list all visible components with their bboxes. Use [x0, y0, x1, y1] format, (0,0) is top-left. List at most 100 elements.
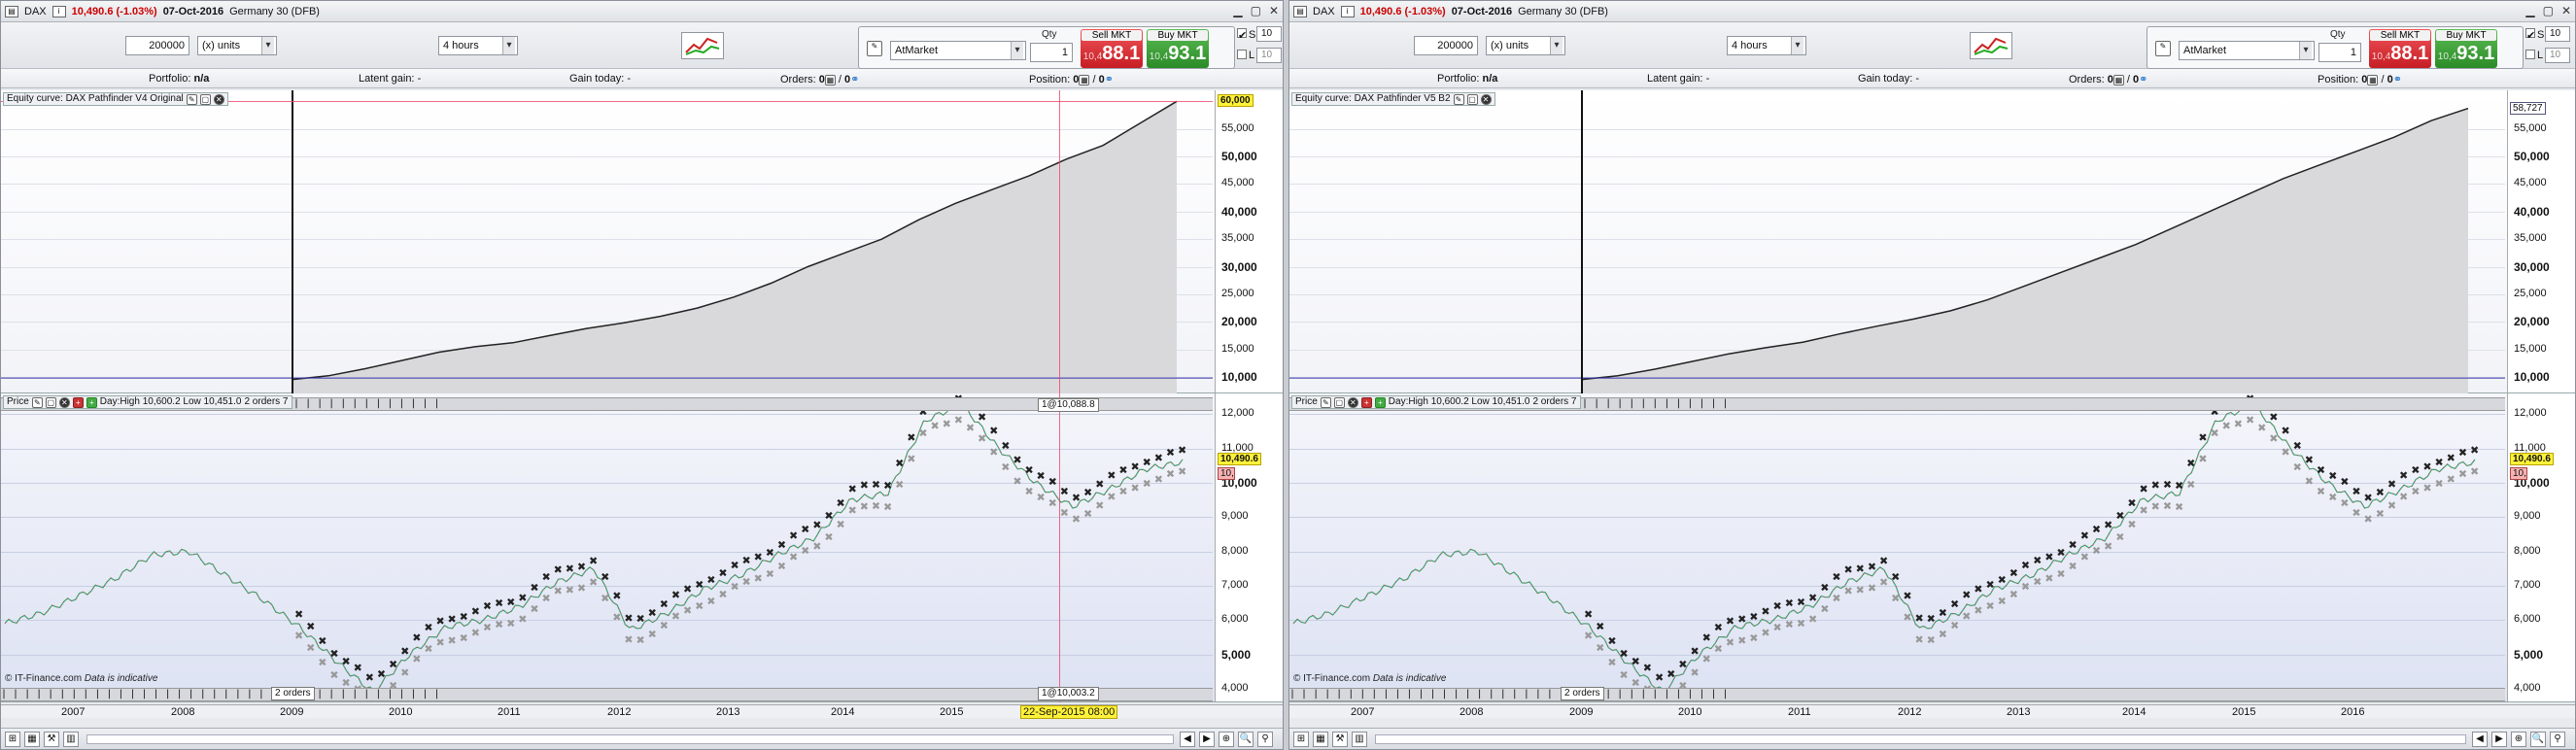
add-chart-icon[interactable]: ▦ — [24, 732, 40, 747]
limit-checkbox-box[interactable] — [2525, 50, 2535, 59]
timeframe-select[interactable]: 4 hours — [438, 36, 518, 55]
sell-market-button[interactable]: Sell MKT 10,488.1 — [2369, 29, 2431, 68]
minimize-icon[interactable]: ▁ — [1233, 4, 1242, 17]
buy-market-button[interactable]: Buy MKT 10,493.1 — [1147, 29, 1209, 68]
window-icon[interactable]: ▢ — [45, 396, 56, 408]
chart-style-button[interactable] — [1970, 32, 2012, 59]
maximize-icon[interactable]: ▢ — [2543, 4, 2554, 17]
time-axis[interactable]: 2007 2008 2009 2010 2011 2012 2013 2014 2015 22-S… — [1, 704, 1283, 719]
add-indicator-icon[interactable]: + — [1360, 396, 1372, 408]
qty-input[interactable]: 1 — [2318, 43, 2361, 62]
remove-icon[interactable]: ✕ — [213, 93, 224, 105]
price-pane[interactable]: ✖ ✖ ✖ ✖ ✖ ✖ ✖ ✖ ✖ ✖ ✖ ✖ ✖ ✖ ✖ ✖ ✖ ✖ ✖ ✖ ✖ ✖ ✖ ✖ ✖ ✖ ✖ ✖ ✖ ✖ ✖ ✖ ✖ ✖ ✖ ✖ ✖ ✖ ✖ ✖… — [1289, 393, 2575, 702]
zoom-in-icon[interactable]: 🔍 — [2530, 732, 2546, 747]
sell-market-button[interactable]: Sell MKT 10,488.1 — [1081, 29, 1143, 68]
limit-checkbox[interactable]: L — [2525, 50, 2543, 61]
trade-marker-exit: ✖ — [2092, 545, 2101, 558]
scroll-right-icon[interactable]: ▶ — [2491, 732, 2507, 747]
limit-input[interactable]: 10 — [2545, 48, 2570, 63]
remove-icon[interactable]: ✕ — [1347, 396, 1358, 408]
wrench-icon[interactable]: ✎ — [1320, 396, 1331, 408]
add-overlay-icon[interactable]: + — [86, 396, 97, 408]
scroll-right-icon[interactable]: ▶ — [1199, 732, 1215, 747]
info-icon[interactable]: i — [52, 5, 66, 17]
zoom-in-icon[interactable]: 🔍 — [1238, 732, 1254, 747]
tools-icon[interactable]: ⚒ — [1332, 732, 1348, 747]
amount-input[interactable]: 200000 — [125, 36, 189, 55]
tile-icon[interactable]: ▥ — [63, 732, 79, 747]
trade-marker-entry: ✖ — [860, 479, 869, 492]
scroll-left-icon[interactable]: ◀ — [2472, 732, 2488, 747]
trade-marker-exit: ✖ — [1131, 482, 1140, 494]
limit-checkbox-box[interactable] — [1237, 50, 1247, 59]
tools-icon[interactable]: ⚒ — [44, 732, 59, 747]
remove-icon[interactable]: ✕ — [1480, 93, 1492, 105]
trade-marker-exit: ✖ — [1974, 604, 1982, 617]
trade-marker-entry: ✖ — [460, 611, 468, 624]
stop-checkbox[interactable]: ✔ S — [2525, 28, 2544, 42]
unit-select[interactable]: (x) units — [197, 36, 277, 55]
wrench-icon[interactable]: ✎ — [1453, 93, 1464, 105]
scroll-left-icon[interactable]: ◀ — [1180, 732, 1195, 747]
price-y-axis[interactable]: 12,000 11,000 10,000 9,000 8,000 7,000 6,000 5,… — [1215, 393, 1283, 701]
remove-icon[interactable]: ✕ — [58, 396, 70, 408]
amount-input[interactable]: 200000 — [1414, 36, 1478, 55]
window-icon[interactable]: ▢ — [199, 93, 211, 105]
stop-checkbox[interactable]: ✔ S — [1237, 28, 1255, 42]
maximize-icon[interactable]: ▢ — [1251, 4, 1261, 17]
layout-icon[interactable]: ⊞ — [1293, 732, 1309, 747]
position-info[interactable]: Position: 0 ▦ / 0⚭ — [1029, 73, 1114, 85]
time-scrollbar[interactable] — [1375, 734, 2466, 744]
order-type-select[interactable]: AtMarket — [890, 41, 1026, 60]
price-y-axis[interactable]: 12,000 11,000 10,000 9,000 8,000 7,000 6,000 5,… — [2507, 393, 2575, 701]
trade-marker-entry: ✖ — [1891, 571, 1900, 584]
trade-marker-exit: ✖ — [1726, 636, 1735, 649]
tile-icon[interactable]: ▥ — [1352, 732, 1367, 747]
chart-style-button[interactable] — [681, 32, 724, 59]
zoom-fit-icon[interactable]: ⊕ — [2511, 732, 2526, 747]
zoom-fit-icon[interactable]: ⊕ — [1219, 732, 1234, 747]
zoom-out-icon[interactable]: ⚲ — [2550, 732, 2565, 747]
stop-checkbox-box[interactable]: ✔ — [1237, 28, 1247, 42]
buy-market-button[interactable]: Buy MKT 10,493.1 — [2435, 29, 2497, 68]
trade-marker-entry: ✖ — [1962, 589, 1971, 601]
layout-icon[interactable]: ⊞ — [5, 732, 20, 747]
window-icon[interactable]: ▢ — [1466, 93, 1478, 105]
limit-input[interactable]: 10 — [1256, 48, 1282, 63]
minimize-icon[interactable]: ▁ — [2525, 4, 2534, 17]
stop-input[interactable]: 10 — [1256, 26, 1282, 42]
order-type-select[interactable]: AtMarket — [2179, 41, 2315, 60]
window-icon[interactable]: ▢ — [1333, 396, 1345, 408]
zoom-out-icon[interactable]: ⚲ — [1257, 732, 1273, 747]
wrench-icon[interactable]: ✎ — [186, 93, 197, 105]
unit-select[interactable]: (x) units — [1486, 36, 1565, 55]
equity-y-axis[interactable]: 55,000 50,000 45,000 40,000 35,000 30,000 25,0… — [2507, 90, 2575, 392]
time-scrollbar[interactable] — [86, 734, 1174, 744]
equity-pane[interactable]: Equity curve: DAX Pathfinder V4 Original… — [1, 90, 1283, 393]
trade-marker-entry: ✖ — [766, 546, 774, 559]
close-icon[interactable]: ✕ — [1269, 4, 1279, 17]
title-bar[interactable]: ▤ DAX i 10,490.6 (-1.03%) 07-Oct-2016 Ge… — [1, 1, 1283, 22]
wrench-icon[interactable]: ✎ — [867, 41, 882, 56]
position-info[interactable]: Position: 0 ▦ / 0⚭ — [2318, 73, 2402, 85]
trade-marker-exit: ✖ — [766, 567, 774, 580]
orders-info[interactable]: Orders: 0 ▦ / 0⚭ — [2069, 73, 2147, 85]
price-pane[interactable]: ✖ ✖ ✖ ✖ ✖ ✖ ✖ ✖ ✖ ✖ ✖ ✖ ✖ ✖ ✖ ✖ ✖ ✖ ✖ ✖ ✖ ✖ ✖ ✖ ✖ ✖ ✖ ✖ ✖ ✖ ✖ ✖ ✖ ✖ ✖ ✖ ✖ ✖ ✖ ✖… — [1, 393, 1283, 702]
time-axis[interactable]: 2007 2008 2009 2010 2011 2012 2013 2014 2015 2016 — [1289, 704, 2575, 718]
close-icon[interactable]: ✕ — [2561, 4, 2571, 17]
equity-y-axis[interactable]: 55,000 50,000 45,000 40,000 35,000 30,000 25,0… — [1215, 90, 1283, 392]
stop-input[interactable]: 10 — [2545, 26, 2570, 42]
wrench-icon[interactable]: ✎ — [31, 396, 43, 408]
add-overlay-icon[interactable]: + — [1374, 396, 1386, 408]
title-bar[interactable]: ▤ DAX i 10,490.6 (-1.03%) 07-Oct-2016 Ge… — [1289, 1, 2575, 22]
equity-pane[interactable]: Equity curve: DAX Pathfinder V5 B2 ✎ ▢ ✕… — [1289, 90, 2575, 393]
stop-checkbox-box[interactable]: ✔ — [2525, 28, 2535, 42]
add-chart-icon[interactable]: ▦ — [1313, 732, 1328, 747]
add-indicator-icon[interactable]: + — [72, 396, 84, 408]
limit-checkbox[interactable]: L — [1237, 50, 1254, 61]
info-icon[interactable]: i — [1340, 5, 1355, 17]
timeframe-select[interactable]: 4 hours — [1727, 36, 1806, 55]
wrench-icon[interactable]: ✎ — [2155, 41, 2171, 56]
qty-input[interactable]: 1 — [1030, 43, 1073, 62]
orders-info[interactable]: Orders: 0 ▦ / 0⚭ — [780, 73, 859, 85]
